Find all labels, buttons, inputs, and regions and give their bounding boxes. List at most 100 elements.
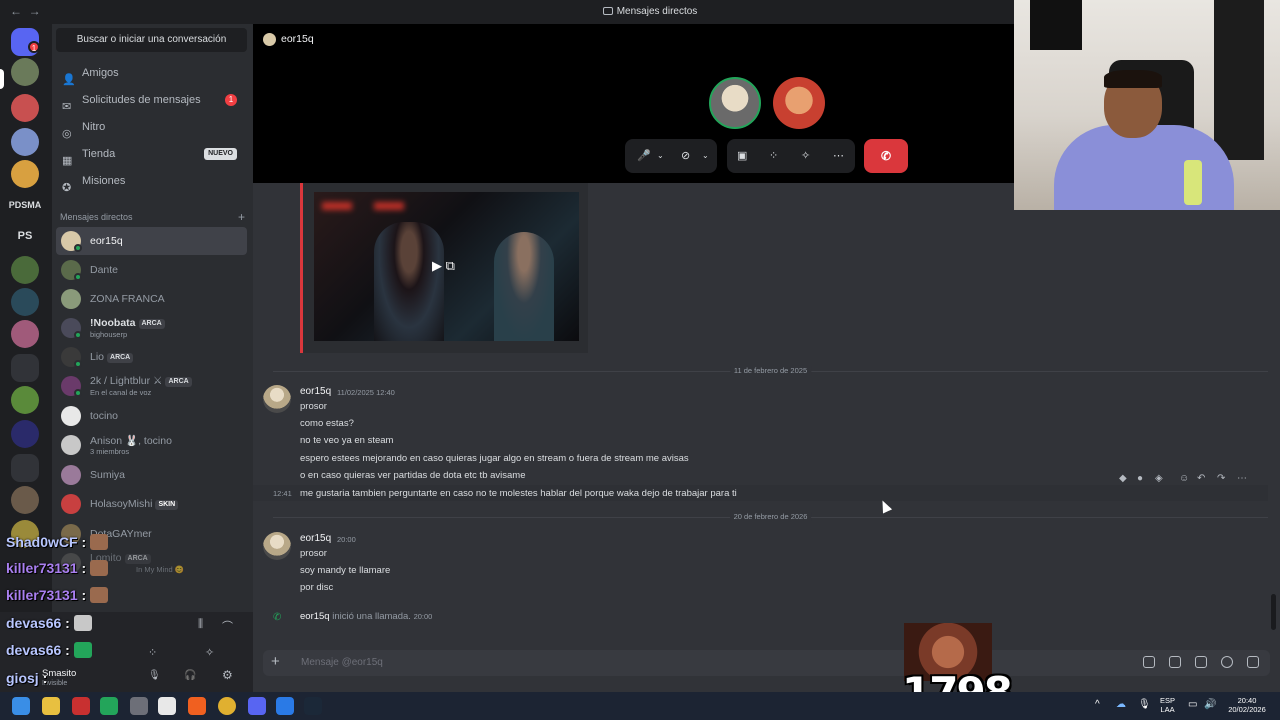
dm-item[interactable]: Lio ARCA <box>56 343 247 371</box>
hangup-button[interactable]: ✆ <box>864 139 908 173</box>
search-conversation-button[interactable]: Buscar o iniciar una conversación <box>56 28 247 52</box>
activities-icon[interactable]: ⁘ <box>769 149 778 162</box>
camera-off-icon[interactable]: ⊘ <box>681 149 690 162</box>
dm-name: eor15q <box>90 235 123 247</box>
reaction-icon[interactable]: ◆ <box>1119 473 1127 484</box>
date-divider-label: 20 de febrero de 2026 <box>729 512 812 521</box>
dm-item[interactable]: Dante <box>56 256 247 284</box>
friends-icon: 👤 <box>62 74 76 86</box>
nav-shop[interactable]: ▦ Tienda NUEVO <box>56 141 247 167</box>
dm-item[interactable]: ZONA FRANCA <box>56 285 247 313</box>
gif-icon[interactable] <box>1169 656 1181 668</box>
dm-item[interactable]: tocino <box>56 402 247 430</box>
video-thumbnail[interactable]: ▶ ⧉ <box>314 192 579 341</box>
apps-icon[interactable] <box>1247 656 1259 668</box>
scrollbar[interactable] <box>1271 594 1276 630</box>
app-icon[interactable] <box>100 697 118 715</box>
clock[interactable]: 20:40 20/02/2026 <box>1222 696 1272 714</box>
avatar <box>263 33 276 46</box>
dm-item[interactable]: Anison 🐰, tocino 3 miembros <box>56 431 247 459</box>
chevron-down-icon[interactable]: ⌄ <box>702 151 709 160</box>
message-composer[interactable]: + Mensaje @eor15q <box>263 650 1270 676</box>
gift-icon[interactable] <box>1143 656 1155 668</box>
chrome-icon[interactable] <box>218 697 236 715</box>
lang: ESP <box>1160 696 1176 705</box>
discord-taskbar-icon[interactable] <box>248 697 266 715</box>
reaction-icon[interactable]: ◈ <box>1155 473 1163 484</box>
app-icon[interactable] <box>72 697 90 715</box>
folder-icon[interactable] <box>11 454 39 482</box>
more-icon[interactable]: ⋯ <box>1237 473 1247 484</box>
dm-item[interactable]: HolasoyMishi SKIN <box>56 490 247 518</box>
chat-overlay-line: giosj : <box>6 670 47 686</box>
nav-quests[interactable]: ✪ Misiones <box>56 168 247 194</box>
server-icon[interactable] <box>11 128 39 156</box>
composer-placeholder: Mensaje @eor15q <box>301 657 383 668</box>
dm-subtext: bighouserp <box>90 330 128 339</box>
door-shape <box>1214 0 1264 160</box>
call-header: eor15q <box>263 33 314 46</box>
server-icon[interactable] <box>11 320 39 348</box>
app-icon[interactable] <box>158 697 176 715</box>
reply-icon[interactable]: ↶ <box>1197 473 1205 484</box>
steam-icon[interactable] <box>304 697 322 715</box>
forward-icon[interactable]: ↷ <box>1217 473 1225 484</box>
server-icon[interactable] <box>11 486 39 514</box>
brave-icon[interactable] <box>188 697 206 715</box>
mic-tray-icon[interactable]: 🎙 <box>1138 699 1151 710</box>
server-icon[interactable] <box>11 420 39 448</box>
nav-message-requests[interactable]: ✉ Solicitudes de mensajes 1 <box>56 87 247 113</box>
soundboard-icon[interactable]: ✧ <box>801 149 810 162</box>
chat-user: killer73131 <box>6 560 78 576</box>
message-time: 20:00 <box>337 535 356 544</box>
chevron-down-icon[interactable]: ⌄ <box>657 151 664 160</box>
nav-nitro[interactable]: ◎ Nitro <box>56 114 247 140</box>
dm-item[interactable]: !Noobata ARCA bighouserp <box>56 314 247 342</box>
message-actions: ◆ ● ◈ ☺ ↶ ↷ ⋯ <box>1119 471 1259 489</box>
file-explorer-icon[interactable] <box>42 697 60 715</box>
chat-text: : <box>81 587 87 603</box>
app-icon[interactable] <box>130 697 148 715</box>
add-reaction-icon[interactable]: ☺ <box>1179 473 1189 484</box>
server-pdsma[interactable]: PDSMA <box>6 191 44 219</box>
dm-item[interactable]: 2k / Lightblur ⚔ ARCA En el canal de voz <box>56 372 247 400</box>
server-icon[interactable] <box>11 58 39 86</box>
more-icon[interactable]: ⋯ <box>833 149 844 162</box>
avatar[interactable] <box>263 532 291 560</box>
reaction-icon[interactable]: ● <box>1137 473 1143 484</box>
avatar[interactable] <box>263 385 291 413</box>
dm-item[interactable]: Sumiya <box>56 461 247 489</box>
server-icon[interactable] <box>11 160 39 188</box>
language-indicator[interactable]: ESP LAA <box>1160 696 1175 714</box>
server-icon[interactable] <box>11 256 39 284</box>
volume-icon[interactable]: 🔊 <box>1204 699 1216 710</box>
server-icon[interactable] <box>11 288 39 316</box>
message-author[interactable]: eor15q <box>300 533 331 544</box>
nav-label: Solicitudes de mensajes <box>82 94 201 106</box>
tray-app-icon[interactable]: ☁ <box>1116 699 1126 710</box>
mic-icon[interactable]: 🎤 <box>637 149 651 162</box>
chat-user: Shad0wCF <box>6 534 78 550</box>
create-dm-icon[interactable]: + <box>238 210 245 224</box>
emoji-icon[interactable] <box>1221 656 1233 668</box>
attach-plus-icon[interactable]: + <box>271 653 280 670</box>
network-icon[interactable]: ▭ <box>1188 699 1197 710</box>
message-line: por disc <box>300 582 334 593</box>
windows-start-icon[interactable] <box>12 697 30 715</box>
server-ps[interactable]: PS <box>11 222 39 250</box>
app-icon[interactable] <box>276 697 294 715</box>
arca-tag: ARCA <box>165 377 192 387</box>
folder-icon[interactable] <box>11 354 39 382</box>
server-icon[interactable] <box>11 386 39 414</box>
dm-item[interactable]: eor15q <box>56 227 247 255</box>
server-icon[interactable] <box>11 94 39 122</box>
tray-chevron-icon[interactable]: ^ <box>1095 699 1100 710</box>
play-icon[interactable]: ▶ ⧉ <box>432 258 455 274</box>
screenshare-icon[interactable]: ▣ <box>737 149 747 162</box>
participant-avatar[interactable] <box>709 77 761 129</box>
message-author[interactable]: eor15q <box>300 386 331 397</box>
system-author[interactable]: eor15q <box>300 611 330 622</box>
nav-friends[interactable]: 👤 Amigos <box>56 60 247 86</box>
participant-avatar[interactable] <box>773 77 825 129</box>
sticker-icon[interactable] <box>1195 656 1207 668</box>
